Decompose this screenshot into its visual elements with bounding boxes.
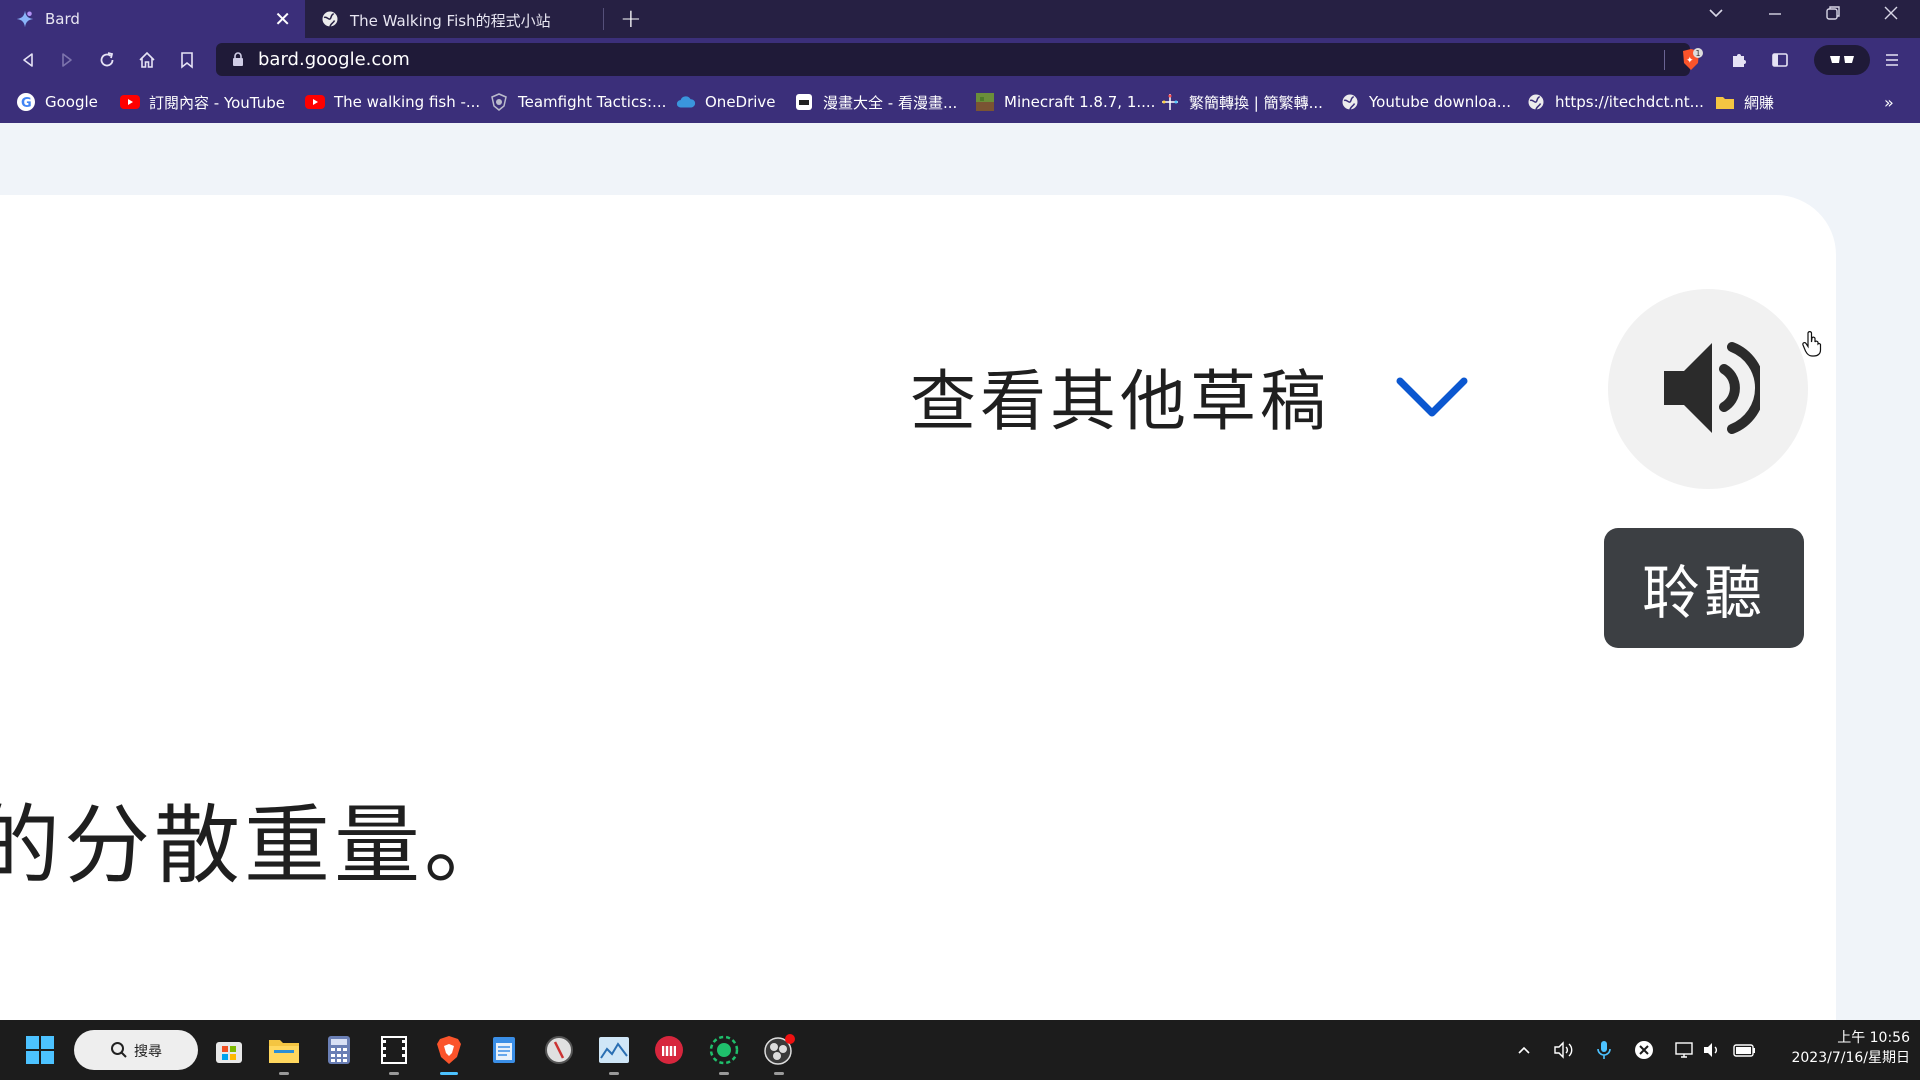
- close-tab-icon[interactable]: ✕: [274, 7, 291, 31]
- speaker-volume-icon[interactable]: [1700, 1038, 1724, 1062]
- chevron-down-icon[interactable]: [1394, 367, 1470, 427]
- listen-button[interactable]: [1608, 289, 1808, 489]
- globe-icon: [320, 9, 340, 29]
- folder-icon: [1715, 92, 1735, 112]
- clock-date: 2023/7/16/星期日: [1791, 1050, 1910, 1066]
- brave-shields-icon[interactable]: ✦ 1: [1678, 47, 1704, 73]
- speaker-icon: [1664, 342, 1760, 434]
- green-app-icon[interactable]: [707, 1033, 741, 1075]
- bookmark-folder[interactable]: 網賺: [1715, 89, 1774, 115]
- back-icon[interactable]: [14, 46, 42, 74]
- bookmark-converter[interactable]: 繁簡轉換 | 簡繁轉...: [1160, 89, 1323, 115]
- bookmark-google[interactable]: G Google: [16, 89, 98, 115]
- tab-strip: Bard ✕ The Walking Fish的程式小站 +: [0, 0, 1920, 38]
- shield-icon: [489, 92, 509, 112]
- running-indicator: [719, 1072, 729, 1075]
- file-explorer-icon[interactable]: [267, 1033, 301, 1075]
- volume-mixer-icon[interactable]: [1552, 1038, 1576, 1062]
- globe-icon: [1340, 92, 1360, 112]
- response-card: 查看其他草稿 聆聽 的分散重量。: [0, 195, 1836, 1025]
- system-clock[interactable]: 上午 10:56 2023/7/16/星期日: [1770, 1028, 1910, 1068]
- manga-icon: [794, 92, 814, 112]
- brave-browser-icon[interactable]: [432, 1033, 466, 1075]
- vpn-glasses-icon[interactable]: [1814, 45, 1870, 75]
- bookmark-minecraft[interactable]: Minecraft 1.8.7, 1....: [975, 89, 1155, 115]
- bookmark-onedrive[interactable]: OneDrive: [676, 89, 776, 115]
- compass-icon[interactable]: [542, 1033, 576, 1067]
- extensions-puzzle-icon[interactable]: [1725, 46, 1753, 74]
- restore-icon[interactable]: [1824, 4, 1842, 27]
- new-tab-button[interactable]: +: [620, 4, 642, 34]
- globe-icon: [1526, 92, 1546, 112]
- forward-icon[interactable]: [53, 46, 81, 74]
- menu-icon[interactable]: [1878, 46, 1906, 74]
- tab-bard[interactable]: Bard ✕: [0, 0, 305, 38]
- bookmark-manga[interactable]: 漫畫大全 - 看漫畫...: [794, 89, 957, 115]
- close-window-icon[interactable]: [1882, 4, 1900, 27]
- running-indicator: [389, 1072, 399, 1075]
- home-icon[interactable]: [133, 46, 161, 74]
- youtube-icon: [120, 92, 140, 112]
- more-bookmarks-button[interactable]: »: [1884, 89, 1894, 115]
- google-icon: G: [16, 92, 36, 112]
- battery-icon[interactable]: [1733, 1038, 1757, 1062]
- active-indicator: [440, 1072, 458, 1075]
- sidebar-toggle-icon[interactable]: [1766, 46, 1794, 74]
- tab-title: Bard: [45, 10, 80, 28]
- reload-icon[interactable]: [93, 46, 121, 74]
- microphone-icon[interactable]: [1592, 1038, 1616, 1062]
- bookmark-youtube-subscriptions[interactable]: 訂閱內容 - YouTube: [120, 89, 285, 115]
- office-app-icon[interactable]: [652, 1033, 686, 1067]
- running-indicator: [609, 1072, 619, 1075]
- start-windows-icon[interactable]: [23, 1033, 57, 1067]
- microsoft-store-icon[interactable]: [212, 1033, 246, 1067]
- close-circle-icon[interactable]: [1632, 1038, 1656, 1062]
- bookmark-walking-fish[interactable]: The walking fish -...: [305, 89, 480, 115]
- response-text: 的分散重量。: [0, 796, 514, 896]
- svg-text:1: 1: [1696, 49, 1701, 58]
- notepad-icon[interactable]: [487, 1033, 521, 1067]
- tab-title: The Walking Fish的程式小站: [350, 12, 551, 30]
- address-bar[interactable]: bard.google.com ✦ 1: [216, 43, 1703, 76]
- taskbar: 搜尋 上午 10:56 2023/7/16/星期日: [0, 1020, 1920, 1080]
- search-label: 搜尋: [134, 1044, 162, 1060]
- bard-sparkle-icon: [15, 9, 35, 29]
- hand-cursor-icon: [1802, 331, 1822, 357]
- taskbar-search-button[interactable]: 搜尋: [74, 1030, 198, 1070]
- network-icon[interactable]: [1672, 1038, 1696, 1062]
- address-divider: [1664, 50, 1665, 70]
- bookmark-teamfight-tactics[interactable]: Teamfight Tactics:...: [489, 89, 666, 115]
- bookmark-icon[interactable]: [173, 46, 201, 74]
- show-hidden-icons-chevron-up-icon[interactable]: [1512, 1038, 1536, 1062]
- video-editor-icon[interactable]: [377, 1033, 411, 1075]
- browser-toolbar: bard.google.com ✦ 1: [0, 38, 1920, 81]
- youtube-icon: [305, 92, 325, 112]
- listen-tooltip: 聆聽: [1604, 528, 1804, 648]
- clock-time: 上午 10:56: [1837, 1030, 1910, 1046]
- svg-text:G: G: [21, 96, 32, 111]
- tab-search-icon[interactable]: [1707, 4, 1725, 27]
- svg-text:✦: ✦: [1686, 56, 1694, 66]
- bookmark-youtube-downloader[interactable]: Youtube downloa...: [1340, 89, 1511, 115]
- url-text[interactable]: bard.google.com: [258, 49, 410, 70]
- running-indicator: [279, 1072, 289, 1075]
- obs-studio-icon[interactable]: [762, 1033, 796, 1075]
- minecraft-icon: [975, 92, 995, 112]
- chart-app-icon[interactable]: [597, 1033, 631, 1075]
- calculator-icon[interactable]: [322, 1033, 356, 1067]
- view-other-drafts-button[interactable]: 查看其他草稿: [910, 348, 1330, 444]
- minimize-icon[interactable]: [1766, 4, 1784, 27]
- tab-divider: [603, 8, 604, 30]
- cloud-icon: [676, 92, 696, 112]
- sparkle-icon: [1160, 92, 1180, 112]
- bookmark-itechdct[interactable]: https://itechdct.nt...: [1526, 89, 1704, 115]
- search-icon: [111, 1042, 127, 1058]
- lock-icon[interactable]: [230, 51, 246, 67]
- tab-walking-fish[interactable]: The Walking Fish的程式小站: [305, 0, 603, 38]
- running-indicator: [774, 1072, 784, 1075]
- bookmarks-bar: G Google 訂閱內容 - YouTube The walking fish…: [0, 81, 1920, 123]
- bard-page: 查看其他草稿 聆聽 的分散重量。: [0, 123, 1920, 1025]
